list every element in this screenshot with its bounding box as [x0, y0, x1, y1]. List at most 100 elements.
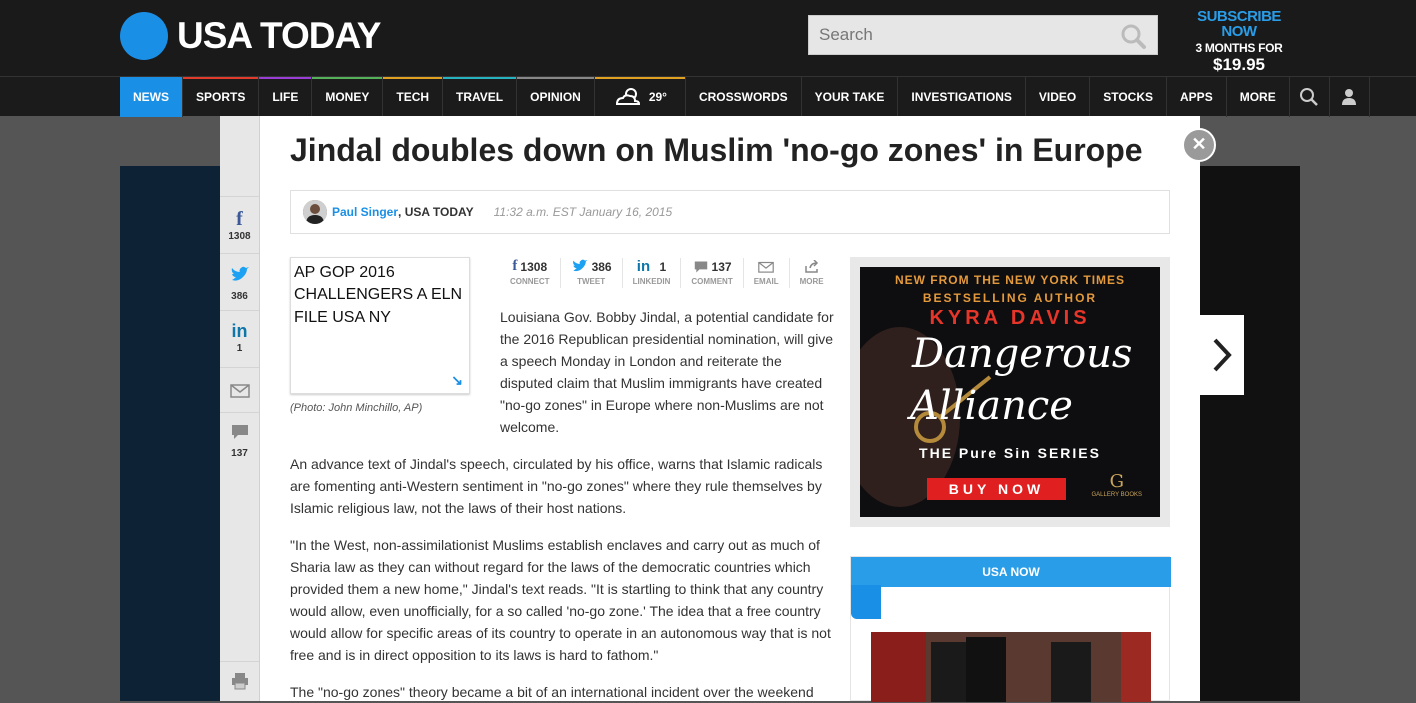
author-link[interactable]: Paul Singer — [332, 205, 398, 219]
logo-wordmark: USA TODAY — [177, 15, 381, 56]
share-email-button[interactable]: EMAIL — [744, 258, 790, 288]
article-paragraph: The "no-go zones" theory became a bit of… — [290, 684, 814, 700]
ad-series: THE Pure Sin SERIES — [919, 445, 1101, 461]
share-label: EMAIL — [753, 277, 779, 286]
nav-money[interactable]: MONEY — [312, 77, 384, 117]
share-facebook-button[interactable]: f 1308 CONNECT — [500, 258, 561, 288]
nav-label: CROSSWORDS — [698, 90, 788, 104]
publisher-mark: G — [1109, 471, 1124, 492]
nav-label: MORE — [1239, 90, 1276, 104]
search-box — [808, 15, 1158, 55]
share-label: MORE — [799, 277, 824, 286]
nav-label: YOUR TAKE — [814, 90, 885, 104]
nav-tech[interactable]: TECH — [383, 77, 444, 117]
email-icon — [758, 261, 774, 273]
nav-stocks[interactable]: STOCKS — [1090, 77, 1168, 117]
share-label: TWEET — [577, 277, 606, 286]
search-icon[interactable] — [1119, 22, 1147, 50]
share-count: 386 — [591, 259, 612, 274]
article-paragraph: "In the West, non-assimilationist Muslim… — [290, 537, 831, 663]
twitter-icon — [572, 259, 588, 272]
nav-label: VIDEO — [1038, 90, 1077, 104]
usa-now-header[interactable]: USA NOW — [851, 557, 1171, 587]
next-article-button[interactable] — [1200, 315, 1244, 395]
author-avatar — [303, 200, 327, 224]
subscribe-promo[interactable]: SUBSCRIBE NOW 3 MONTHS FOR $19.95 — [1178, 9, 1300, 73]
promo-headline: SUBSCRIBE NOW — [1197, 8, 1281, 40]
usa-now-module: USA NOW — [850, 556, 1171, 702]
nav-sports[interactable]: SPORTS — [183, 77, 260, 117]
nav-label: INVESTIGATIONS — [911, 90, 1012, 104]
chevron-right-icon — [1213, 338, 1232, 372]
author-org: , USA TODAY — [398, 205, 474, 219]
share-comment-button[interactable]: 137 COMMENT — [681, 258, 744, 288]
share-count: 1308 — [520, 259, 548, 274]
nav-video[interactable]: VIDEO — [1026, 77, 1091, 117]
nav-label: TECH — [396, 90, 430, 104]
rail-twitter-count: 386 — [231, 291, 248, 302]
search-icon — [1300, 88, 1319, 106]
nav-news[interactable]: NEWS — [120, 77, 183, 117]
share-more-button[interactable]: MORE — [790, 258, 834, 288]
linkedin-icon: in — [231, 321, 248, 341]
article-overlay: Jindal doubles down on Muslim 'no-go zon… — [260, 116, 1200, 702]
promo-subline: 3 MONTHS FOR — [1195, 41, 1283, 55]
ribbon-decoration — [851, 585, 881, 619]
rail-print-button[interactable] — [220, 661, 259, 702]
rail-comment-button[interactable]: 137 — [220, 412, 259, 465]
lead-photo[interactable]: AP GOP 2016 CHALLENGERS A ELN FILE USA N… — [290, 257, 470, 394]
rail-facebook-button[interactable]: f 1308 — [220, 196, 259, 253]
site-header: USA TODAY SUBSCRIBE NOW 3 MONTHS FOR $19… — [0, 0, 1416, 76]
nav-opinion[interactable]: OPINION — [517, 77, 595, 117]
search-input[interactable] — [809, 16, 1129, 54]
nav-apps[interactable]: APPS — [1167, 77, 1227, 117]
ad-title-2: Alliance — [910, 383, 1073, 429]
publisher-name: GALLERY BOOKS — [1091, 491, 1142, 498]
nav-life[interactable]: LIFE — [259, 77, 313, 117]
nav-label: APPS — [1180, 90, 1213, 104]
nav-label: SPORTS — [196, 90, 246, 104]
weather-icon — [615, 88, 640, 105]
rail-email-button[interactable] — [220, 367, 259, 412]
share-rail: f 1308 386 in 1 137 — [220, 116, 260, 701]
site-logo[interactable]: USA TODAY — [120, 12, 381, 60]
rail-twitter-button[interactable]: 386 — [220, 253, 259, 310]
nav-search-button[interactable] — [1290, 77, 1330, 117]
rail-linkedin-button[interactable]: in 1 — [220, 310, 259, 367]
promo-price: $19.95 — [1213, 55, 1265, 74]
background-stage-right — [1200, 166, 1300, 701]
article-paragraph: An advance text of Jindal's speech, circ… — [290, 456, 823, 516]
nav-investigations[interactable]: INVESTIGATIONS — [898, 77, 1026, 117]
share-count: 1 — [659, 259, 667, 274]
share-linkedin-button[interactable]: in 1 LINKEDIN — [623, 258, 682, 288]
nav-label: MONEY — [325, 90, 370, 104]
nav-travel[interactable]: TRAVEL — [443, 77, 518, 117]
user-icon — [1342, 89, 1357, 105]
close-overlay-button[interactable]: ✕ — [1182, 128, 1216, 162]
ad-container: NEW FROM THE NEW YORK TIMES BESTSELLING … — [850, 257, 1170, 527]
nav-label: TRAVEL — [456, 90, 504, 104]
main-nav: NEWS SPORTS LIFE MONEY TECH TRAVEL OPINI… — [0, 76, 1416, 117]
comment-icon — [231, 425, 248, 439]
share-icon — [804, 260, 818, 273]
expand-photo-icon[interactable]: ↘ — [451, 372, 463, 389]
print-icon — [231, 673, 248, 690]
share-label: CONNECT — [510, 277, 550, 286]
ad-buy-now-button[interactable]: BUY NOW — [927, 478, 1066, 500]
nav-account-button[interactable] — [1330, 77, 1370, 117]
usa-now-thumbnail[interactable] — [871, 632, 1151, 702]
nav-weather[interactable]: 29° — [594, 77, 686, 117]
book-ad[interactable]: NEW FROM THE NEW YORK TIMES BESTSELLING … — [860, 267, 1160, 517]
nav-your-take[interactable]: YOUR TAKE — [802, 77, 899, 117]
nav-label: NEWS — [133, 90, 169, 104]
nav-label: LIFE — [272, 90, 299, 104]
share-label: COMMENT — [691, 277, 733, 286]
nav-more[interactable]: MORE — [1227, 77, 1290, 117]
nav-crosswords[interactable]: CROSSWORDS — [686, 77, 802, 117]
rail-comment-count: 137 — [231, 448, 248, 459]
nav-label: STOCKS — [1103, 90, 1154, 104]
rail-facebook-count: 1308 — [228, 231, 251, 242]
share-twitter-button[interactable]: 386 TWEET — [561, 258, 623, 288]
email-icon — [229, 384, 250, 398]
photo-alt-text: AP GOP 2016 CHALLENGERS A ELN FILE USA N… — [294, 264, 463, 326]
